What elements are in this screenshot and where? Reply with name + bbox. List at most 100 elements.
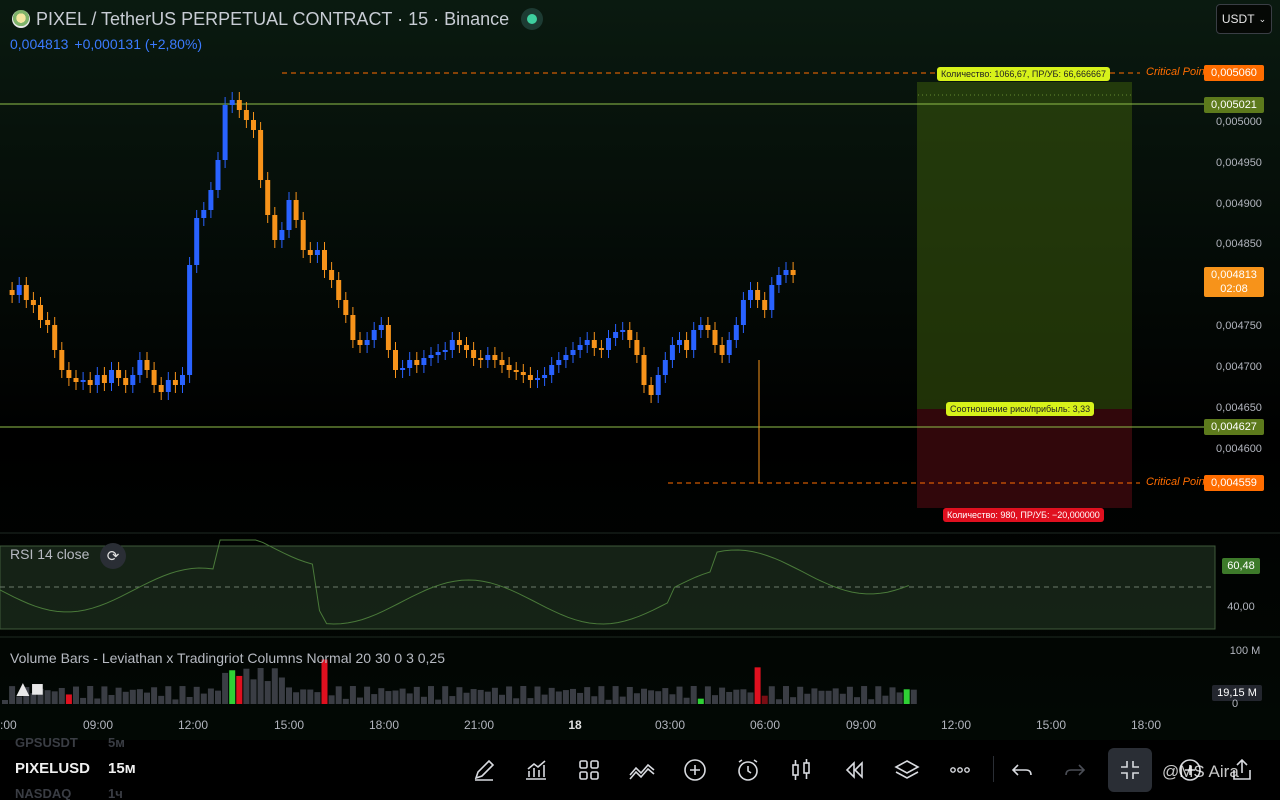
volume-bar <box>555 691 562 704</box>
volume-title[interactable]: Volume Bars - Leviathan x Tradingriot Co… <box>10 650 445 666</box>
volume-bar <box>506 686 513 704</box>
candle-body <box>109 370 114 383</box>
risk-reward-tag[interactable]: Соотношение риск/прибыль: 3,33 <box>946 402 1095 416</box>
chart-icon[interactable] <box>520 754 552 786</box>
volume-bar <box>747 692 754 704</box>
candle-body <box>726 340 732 355</box>
plus-circle-icon[interactable] <box>679 754 711 786</box>
time-label-10: 12:00 <box>940 718 972 732</box>
grid-icon[interactable] <box>573 754 605 786</box>
volume-bar <box>300 689 307 704</box>
candle-body <box>400 368 406 370</box>
candle-body <box>407 360 413 368</box>
volume-bar <box>413 686 420 704</box>
active-symbol[interactable]: PIXELUSD <box>15 760 90 777</box>
candle-body <box>492 355 498 360</box>
tradingview-logo-icon: ▲■ <box>12 676 44 701</box>
candle-body <box>591 340 597 348</box>
candle-body <box>38 305 43 320</box>
more-icon[interactable] <box>944 754 976 786</box>
volume-bar <box>335 686 342 704</box>
candle-body <box>116 370 122 378</box>
volume-bar <box>626 686 633 704</box>
candle-body <box>435 352 441 355</box>
volume-max-label: 100 M <box>1229 645 1261 657</box>
volume-bar <box>868 699 875 704</box>
volume-bar <box>783 686 789 704</box>
candle-body <box>236 100 242 110</box>
candle-body <box>222 105 228 160</box>
candles-icon[interactable] <box>785 754 817 786</box>
rsi-value-label: 60,48 <box>1222 558 1260 574</box>
candle-body <box>265 180 271 215</box>
volume-zero-label: 0 <box>1231 698 1239 710</box>
time-label-8: 06:00 <box>749 718 781 732</box>
layers-icon[interactable] <box>891 754 923 786</box>
candle-body <box>677 340 682 345</box>
volume-bar <box>470 689 477 704</box>
volume-bar <box>236 675 243 704</box>
candle-body <box>23 285 29 300</box>
candle-body <box>712 330 718 345</box>
redo-icon[interactable] <box>1059 754 1091 786</box>
rsi-title[interactable]: RSI 14 close <box>10 546 89 562</box>
active-timeframe[interactable]: 15м <box>108 760 136 777</box>
candle-body <box>733 325 739 340</box>
volume-bar <box>44 690 51 704</box>
axis-label-1: 0,004950 <box>1216 157 1262 169</box>
refresh-icon[interactable]: ⟳ <box>100 543 126 569</box>
undo-icon[interactable] <box>1006 754 1038 786</box>
candle-body <box>669 345 675 360</box>
countdown-value: 02:08 <box>1220 283 1248 295</box>
target-quantity-tag[interactable]: Количество: 1066,67, ПР/УБ: 66,666667 <box>937 67 1111 81</box>
volume-bar <box>435 699 442 704</box>
volume-bar <box>825 690 832 704</box>
volume-bar <box>357 697 363 704</box>
candle-body <box>336 280 342 300</box>
candles-group <box>9 92 796 483</box>
volume-bar <box>861 686 868 704</box>
volume-bar <box>804 693 811 704</box>
stop-top-price-label: 0,005060 <box>1204 65 1264 81</box>
current-price-value: 0,004813 <box>1211 269 1257 281</box>
stop-bottom-price-label: 0,004559 <box>1204 475 1264 491</box>
candle-body <box>527 375 533 380</box>
watchlist-ghost-bottom-tf: 1ч <box>108 786 123 800</box>
alarm-icon[interactable] <box>732 754 764 786</box>
candle-body <box>442 350 448 352</box>
candle-body <box>456 340 462 345</box>
candle-body <box>719 345 725 355</box>
replay-icon[interactable] <box>838 754 870 786</box>
time-label-0: 6:00 <box>0 718 17 732</box>
collapse-icon[interactable] <box>1108 748 1152 792</box>
volume-bar <box>87 686 94 704</box>
candle-body <box>542 375 548 378</box>
volume-bar <box>243 668 250 704</box>
candle-body <box>563 355 569 360</box>
price-chart[interactable] <box>0 0 1280 800</box>
volume-bar <box>839 693 846 704</box>
volume-bar <box>690 686 697 704</box>
candle-body <box>577 345 583 350</box>
candle-body <box>9 290 15 295</box>
volume-bar <box>172 699 179 704</box>
candle-body <box>755 290 761 300</box>
volume-bar <box>165 686 172 704</box>
time-label-12: 18:00 <box>1130 718 1162 732</box>
pencil-icon[interactable] <box>468 754 500 786</box>
stop-quantity-tag[interactable]: Количество: 980, ПР/УБ: −20,000000 <box>943 508 1104 522</box>
critical-point-top: Critical Point <box>1146 66 1208 78</box>
candle-body <box>272 215 278 240</box>
volume-bar <box>364 686 371 704</box>
candle-body <box>776 275 782 285</box>
volume-bar <box>136 689 143 704</box>
time-label-4: 18:00 <box>368 718 400 732</box>
volume-bar <box>562 690 569 704</box>
volume-bar <box>406 693 413 704</box>
candle-body <box>606 338 611 350</box>
candle-body <box>648 385 654 395</box>
drawing-tools-icon[interactable] <box>626 754 658 786</box>
candle-body <box>66 370 72 378</box>
volume-bar <box>51 691 58 704</box>
candle-body <box>130 375 136 385</box>
